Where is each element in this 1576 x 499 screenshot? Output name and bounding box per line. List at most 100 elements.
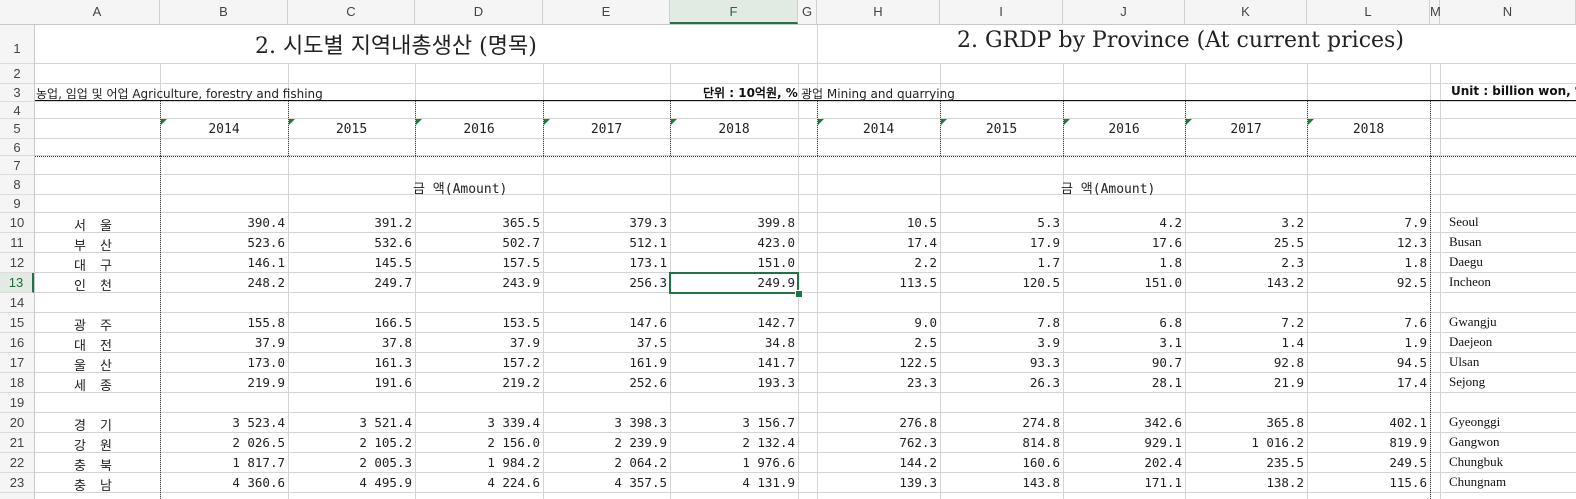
value-cell[interactable]: 1.7 [940, 255, 1060, 270]
column-header-j[interactable]: J [1063, 0, 1185, 24]
row-header-23[interactable]: 23 [0, 473, 34, 493]
value-cell[interactable]: 139.3 [817, 475, 937, 490]
value-cell[interactable]: 248.2 [160, 275, 285, 290]
value-cell[interactable]: 523.6 [160, 235, 285, 250]
value-cell[interactable]: 25.5 [1185, 235, 1304, 250]
value-cell[interactable]: 219.2 [415, 375, 540, 390]
column-header-g[interactable]: G [798, 0, 817, 24]
value-cell[interactable]: 161.3 [288, 355, 412, 370]
value-cell[interactable]: 28.1 [1063, 375, 1182, 390]
value-cell[interactable]: 219.9 [160, 375, 285, 390]
value-cell[interactable]: 256.3 [543, 275, 667, 290]
value-cell[interactable]: 1 976.6 [670, 455, 795, 470]
column-header-k[interactable]: K [1185, 0, 1307, 24]
value-cell[interactable]: 143.2 [1185, 275, 1304, 290]
value-cell[interactable]: 23.3 [817, 375, 937, 390]
value-cell[interactable]: 423.0 [670, 235, 795, 250]
value-cell[interactable]: 2 026.5 [160, 435, 285, 450]
value-cell[interactable]: 379.3 [543, 215, 667, 230]
value-cell[interactable]: 93.3 [940, 355, 1060, 370]
value-cell[interactable]: 157.2 [415, 355, 540, 370]
value-cell[interactable]: 122.5 [817, 355, 937, 370]
value-cell[interactable]: 3 398.3 [543, 415, 667, 430]
value-cell[interactable]: 4 360.6 [160, 475, 285, 490]
column-header-f[interactable]: F [670, 0, 798, 24]
value-cell[interactable]: 4 495.9 [288, 475, 412, 490]
value-cell[interactable]: 391.2 [288, 215, 412, 230]
row-header-9[interactable]: 9 [0, 195, 34, 213]
value-cell[interactable]: 191.6 [288, 375, 412, 390]
value-cell[interactable]: 37.5 [543, 335, 667, 350]
value-cell[interactable]: 6.8 [1063, 315, 1182, 330]
value-cell[interactable]: 1.4 [1185, 335, 1304, 350]
value-cell[interactable]: 4.2 [1063, 215, 1182, 230]
value-cell[interactable]: 7.8 [940, 315, 1060, 330]
value-cell[interactable]: 17.6 [1063, 235, 1182, 250]
row-header-17[interactable]: 17 [0, 353, 34, 373]
value-cell[interactable]: 7.9 [1307, 215, 1427, 230]
value-cell[interactable]: 365.8 [1185, 415, 1304, 430]
value-cell[interactable]: 17.4 [1307, 375, 1427, 390]
value-cell[interactable]: 145.5 [288, 255, 412, 270]
value-cell[interactable]: 171.1 [1063, 475, 1182, 490]
row-header-12[interactable]: 12 [0, 253, 34, 273]
value-cell[interactable]: 146.1 [160, 255, 285, 270]
value-cell[interactable]: 243.9 [415, 275, 540, 290]
value-cell[interactable]: 4 357.5 [543, 475, 667, 490]
value-cell[interactable]: 3 521.4 [288, 415, 412, 430]
value-cell[interactable]: 402.1 [1307, 415, 1427, 430]
value-cell[interactable]: 21.9 [1185, 375, 1304, 390]
value-cell[interactable]: 90.7 [1063, 355, 1182, 370]
value-cell[interactable]: 202.4 [1063, 455, 1182, 470]
value-cell[interactable]: 10.5 [817, 215, 937, 230]
value-cell[interactable]: 151.0 [1063, 275, 1182, 290]
value-cell[interactable]: 3.9 [940, 335, 1060, 350]
value-cell[interactable]: 276.8 [817, 415, 937, 430]
row-header-8[interactable]: 8 [0, 175, 34, 195]
row-header-10[interactable]: 10 [0, 213, 34, 233]
value-cell[interactable]: 161.9 [543, 355, 667, 370]
value-cell[interactable]: 113.5 [817, 275, 937, 290]
value-cell[interactable]: 5.3 [940, 215, 1060, 230]
value-cell[interactable]: 4 224.6 [415, 475, 540, 490]
row-header-19[interactable]: 19 [0, 393, 34, 413]
row-header-3[interactable]: 3 [0, 84, 34, 102]
row-header-1[interactable]: 1 [0, 34, 34, 64]
column-header-a[interactable]: A [35, 0, 160, 24]
value-cell[interactable]: 819.9 [1307, 435, 1427, 450]
value-cell[interactable]: 1.8 [1307, 255, 1427, 270]
value-cell[interactable]: 26.3 [940, 375, 1060, 390]
value-cell[interactable]: 929.1 [1063, 435, 1182, 450]
column-header-e[interactable]: E [543, 0, 670, 24]
value-cell[interactable]: 141.7 [670, 355, 795, 370]
column-header-c[interactable]: C [288, 0, 415, 24]
column-header-i[interactable]: I [940, 0, 1063, 24]
value-cell[interactable]: 12.3 [1307, 235, 1427, 250]
column-header-b[interactable]: B [160, 0, 288, 24]
value-cell[interactable]: 249.7 [288, 275, 412, 290]
value-cell[interactable]: 3.2 [1185, 215, 1304, 230]
value-cell[interactable]: 144.2 [817, 455, 937, 470]
value-cell[interactable]: 2.3 [1185, 255, 1304, 270]
value-cell[interactable]: 153.5 [415, 315, 540, 330]
value-cell[interactable]: 3 523.4 [160, 415, 285, 430]
value-cell[interactable]: 34.8 [670, 335, 795, 350]
value-cell[interactable]: 3.1 [1063, 335, 1182, 350]
value-cell[interactable]: 2 239.9 [543, 435, 667, 450]
value-cell[interactable]: 2 132.4 [670, 435, 795, 450]
value-cell[interactable]: 166.5 [288, 315, 412, 330]
value-cell[interactable]: 1 817.7 [160, 455, 285, 470]
value-cell[interactable]: 365.5 [415, 215, 540, 230]
value-cell[interactable]: 342.6 [1063, 415, 1182, 430]
row-header-18[interactable]: 18 [0, 373, 34, 393]
value-cell[interactable]: 502.7 [415, 235, 540, 250]
value-cell[interactable]: 138.2 [1185, 475, 1304, 490]
value-cell[interactable]: 7.2 [1185, 315, 1304, 330]
row-header-6[interactable]: 6 [0, 139, 34, 156]
value-cell[interactable]: 390.4 [160, 215, 285, 230]
value-cell[interactable]: 249.5 [1307, 455, 1427, 470]
value-cell[interactable]: 2.2 [817, 255, 937, 270]
row-header-13[interactable]: 13 [0, 273, 34, 293]
row-header-22[interactable]: 22 [0, 453, 34, 473]
value-cell[interactable]: 1 016.2 [1185, 435, 1304, 450]
